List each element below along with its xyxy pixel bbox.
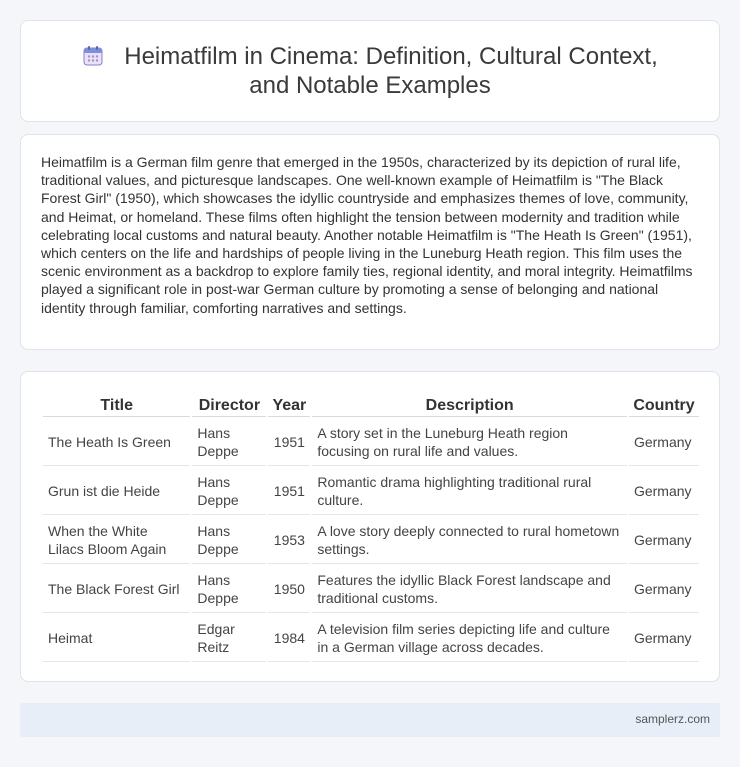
cell-year: 1951 (268, 419, 311, 466)
header-description: Description (312, 395, 627, 417)
cell-country: Germany (628, 517, 699, 564)
cell-title: Heimat (43, 615, 191, 662)
cell-year: 1951 (268, 468, 311, 515)
header-title: Title (43, 395, 191, 417)
page-title: Heimatfilm in Cinema: Definition, Cultur… (124, 43, 658, 99)
page-title-wrap: Heimatfilm in Cinema: Definition, Cultur… (21, 42, 719, 100)
cell-director: Hans Deppe (192, 566, 267, 613)
cell-director: Hans Deppe (192, 517, 267, 564)
cell-year: 1950 (268, 566, 311, 613)
cell-director: Hans Deppe (192, 468, 267, 515)
intro-card: Heimatfilm is a German film genre that e… (20, 134, 720, 350)
table-row: Heimat Edgar Reitz 1984 A television fil… (43, 615, 699, 662)
calendar-icon (83, 46, 103, 66)
table-header-row: Title Director Year Description Country (43, 395, 699, 417)
films-table: Title Director Year Description Country … (41, 393, 701, 664)
table-row: The Black Forest Girl Hans Deppe 1950 Fe… (43, 566, 699, 613)
cell-director: Hans Deppe (192, 419, 267, 466)
footer-bar: samplerz.com (20, 703, 720, 737)
cell-description: Romantic drama highlighting traditional … (312, 468, 627, 515)
cell-title: When the White Lilacs Bloom Again (43, 517, 191, 564)
cell-year: 1984 (268, 615, 311, 662)
header-director: Director (192, 395, 267, 417)
cell-title: Grun ist die Heide (43, 468, 191, 515)
cell-title: The Black Forest Girl (43, 566, 191, 613)
header-year: Year (268, 395, 311, 417)
title-card: Heimatfilm in Cinema: Definition, Cultur… (20, 20, 720, 122)
cell-director: Edgar Reitz (192, 615, 267, 662)
cell-title: The Heath Is Green (43, 419, 191, 466)
table-row: Grun ist die Heide Hans Deppe 1951 Roman… (43, 468, 699, 515)
cell-year: 1953 (268, 517, 311, 564)
cell-country: Germany (628, 419, 699, 466)
table-row: When the White Lilacs Bloom Again Hans D… (43, 517, 699, 564)
header-country: Country (628, 395, 699, 417)
cell-description: A story set in the Luneburg Heath region… (312, 419, 627, 466)
table-row: The Heath Is Green Hans Deppe 1951 A sto… (43, 419, 699, 466)
table-card: Title Director Year Description Country … (20, 371, 720, 682)
cell-description: Features the idyllic Black Forest landsc… (312, 566, 627, 613)
cell-country: Germany (628, 566, 699, 613)
intro-paragraph: Heimatfilm is a German film genre that e… (41, 154, 693, 316)
cell-description: A love story deeply connected to rural h… (312, 517, 627, 564)
footer-site-link[interactable]: samplerz.com (635, 712, 710, 726)
cell-country: Germany (628, 468, 699, 515)
cell-country: Germany (628, 615, 699, 662)
cell-description: A television film series depicting life … (312, 615, 627, 662)
